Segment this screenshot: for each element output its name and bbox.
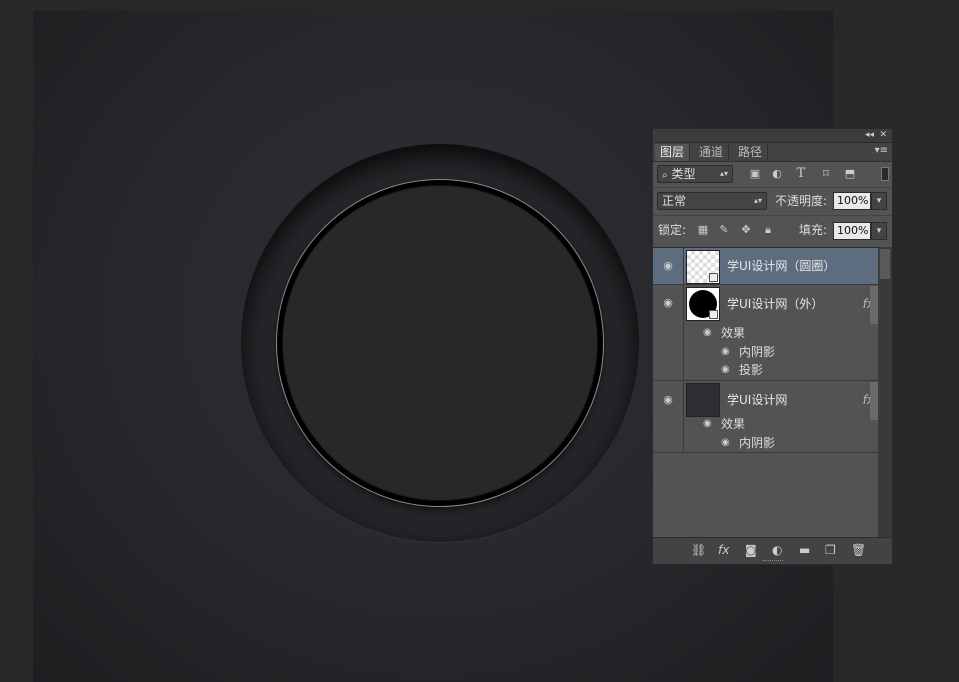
layer-name: 学UI设计网	[727, 393, 788, 407]
layer-thumbnail-dark	[686, 383, 720, 417]
eye-icon[interactable]: ◉	[703, 416, 712, 432]
eye-icon[interactable]: ◉	[661, 296, 675, 310]
tab-paths[interactable]: 路径	[733, 144, 769, 161]
effect-inner-shadow: 内阴影	[739, 345, 776, 359]
new-group-icon[interactable]: ▬	[799, 543, 810, 557]
eye-icon[interactable]: ◉	[721, 435, 730, 451]
eye-icon[interactable]: ◉	[721, 344, 730, 360]
filter-kind-label: 类型	[671, 167, 696, 181]
layer-thumbnail-transparent	[686, 250, 720, 284]
eye-icon[interactable]: ◉	[661, 259, 675, 273]
eye-icon[interactable]: ◉	[661, 393, 675, 407]
lock-image-pixels-icon[interactable]: ✎	[717, 222, 731, 238]
opacity-dropdown-arrow-icon[interactable]: ▾	[871, 192, 887, 210]
blend-mode-dropdown[interactable]: 正常 ▴▾	[657, 192, 767, 210]
layers-list: ◉ 学UI设计网（圆圈） ◉ 学UI设计网（外） fx ◉ 效果 ◉ 内阴影 ◉…	[653, 247, 878, 540]
lock-row: 锁定: ▦ ✎ ✥ 🔒︎ 填充: 100% ▾	[653, 215, 892, 244]
link-layers-icon[interactable]: ⛓︎	[691, 543, 706, 557]
layers-bottom-toolbar: ⛓︎ fx ◙ ◐ ▬ ❐ 🗑︎	[653, 537, 892, 564]
layer-thumbnail-circle	[686, 287, 720, 321]
layer-divider	[683, 248, 684, 284]
outer-ring-shape	[241, 144, 639, 542]
tab-layers[interactable]: 图层	[655, 144, 691, 161]
panel-title-bar: ◂◂ ✕	[653, 129, 892, 143]
inner-circle-shape	[277, 180, 603, 506]
double-chevron-left-icon[interactable]: ◂◂	[865, 129, 874, 142]
fill-label: 填充:	[799, 223, 828, 237]
smart-object-badge-icon	[709, 273, 718, 282]
lock-transparent-pixels-icon[interactable]: ▦	[696, 222, 710, 238]
layers-panel: ◂◂ ✕ 图层 通道 路径 ▾≡ ⌕ 类型 ▴▾ ▣ ◐ T ⌑ ⬒ 正常 ▴▾…	[652, 128, 893, 565]
layer-row-outer[interactable]: ◉ 学UI设计网（外） fx ◉ 效果 ◉ 内阴影 ◉ 投影	[653, 285, 878, 381]
layer-divider	[683, 285, 684, 380]
lock-all-icon[interactable]: 🔒︎	[761, 222, 775, 238]
filter-row: ⌕ 类型 ▴▾ ▣ ◐ T ⌑ ⬒	[653, 162, 892, 186]
effect-drop-shadow: 投影	[739, 363, 764, 377]
opacity-label: 不透明度:	[775, 194, 828, 208]
adjustment-filter-icon[interactable]: ◐	[770, 166, 784, 182]
smart-object-filter-icon[interactable]: ⬒	[843, 166, 857, 182]
layer-name: 学UI设计网（圆圈）	[727, 259, 836, 273]
fill-input[interactable]: 100%	[833, 222, 871, 240]
layer-row-background[interactable]: ◉ 学UI设计网 fx ◉ 效果 ◉ 内阴影	[653, 381, 878, 453]
effects-label: 效果	[721, 417, 746, 431]
smart-object-badge-icon	[709, 310, 718, 319]
dropdown-arrow-icon: ▴▾	[719, 169, 728, 178]
eye-icon[interactable]: ◉	[721, 362, 730, 378]
shape-filter-icon[interactable]: ⌑	[819, 166, 833, 182]
lock-label: 锁定:	[658, 223, 687, 237]
add-layer-style-icon[interactable]: fx	[718, 543, 729, 557]
scrollbar-thumb[interactable]	[880, 249, 890, 279]
blend-row: 正常 ▴▾ 不透明度: 100% ▾	[653, 187, 892, 214]
dropdown-arrow-icon: ▴▾	[753, 196, 762, 205]
layers-scrollbar[interactable]	[878, 247, 892, 539]
effects-expand-handle[interactable]	[870, 382, 878, 420]
lock-position-icon[interactable]: ✥	[739, 222, 753, 238]
add-mask-icon[interactable]: ◙	[745, 543, 757, 557]
resize-grip[interactable]	[763, 560, 783, 563]
search-icon: ⌕	[662, 170, 668, 181]
type-filter-icon[interactable]: T	[794, 166, 808, 182]
new-layer-icon[interactable]: ❐	[825, 543, 836, 557]
delete-layer-icon[interactable]: 🗑︎	[851, 543, 866, 557]
effect-inner-shadow: 内阴影	[739, 436, 776, 450]
tab-channels[interactable]: 通道	[694, 144, 730, 161]
eye-icon[interactable]: ◉	[703, 325, 712, 341]
close-icon[interactable]: ✕	[879, 129, 887, 142]
effects-label: 效果	[721, 326, 746, 340]
image-filter-icon[interactable]: ▣	[748, 166, 762, 182]
filter-kind-dropdown[interactable]: ⌕ 类型 ▴▾	[657, 165, 733, 183]
new-adjustment-layer-icon[interactable]: ◐	[772, 543, 782, 557]
effects-expand-handle[interactable]	[870, 286, 878, 324]
layer-divider	[683, 381, 684, 452]
filter-toggle-switch[interactable]	[881, 167, 889, 181]
layer-name: 学UI设计网（外）	[727, 297, 824, 311]
opacity-input[interactable]: 100%	[833, 192, 871, 210]
panel-tabs: 图层 通道 路径 ▾≡	[653, 143, 892, 162]
fill-dropdown-arrow-icon[interactable]: ▾	[871, 222, 887, 240]
panel-menu-icon[interactable]: ▾≡	[875, 145, 888, 156]
blend-mode-value: 正常	[662, 194, 687, 208]
layer-row-circle[interactable]: ◉ 学UI设计网（圆圈）	[653, 248, 878, 285]
